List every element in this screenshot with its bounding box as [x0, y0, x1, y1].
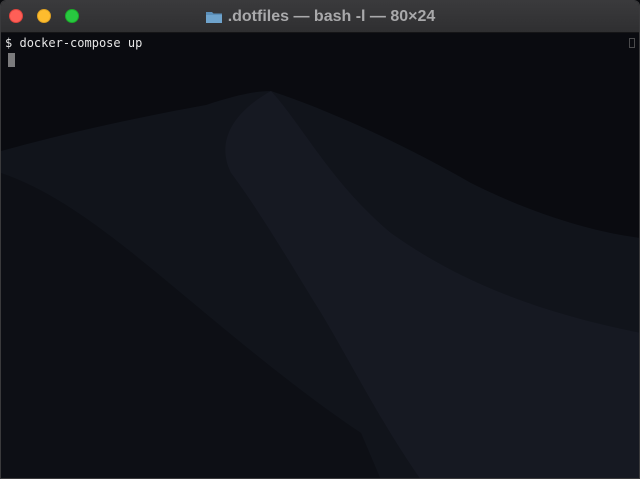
command-text: docker-compose up — [19, 36, 143, 50]
command-line: $ docker-compose up — [5, 36, 639, 51]
prompt-symbol: $ — [5, 36, 13, 50]
desktop-wallpaper-dune — [1, 33, 639, 478]
terminal-window: .dotfiles — bash -l — 80×24 $ docker-com… — [0, 0, 640, 479]
title-bar[interactable]: .dotfiles — bash -l — 80×24 — [1, 1, 639, 33]
folder-icon — [205, 11, 222, 23]
window-title-text: .dotfiles — bash -l — 80×24 — [227, 7, 436, 25]
terminal-content[interactable]: $ docker-compose up — [1, 33, 639, 478]
cursor-line — [5, 51, 639, 71]
window-title: .dotfiles — bash -l — 80×24 — [1, 1, 639, 32]
terminal-output: $ docker-compose up — [1, 33, 639, 71]
cursor-block — [8, 53, 15, 67]
